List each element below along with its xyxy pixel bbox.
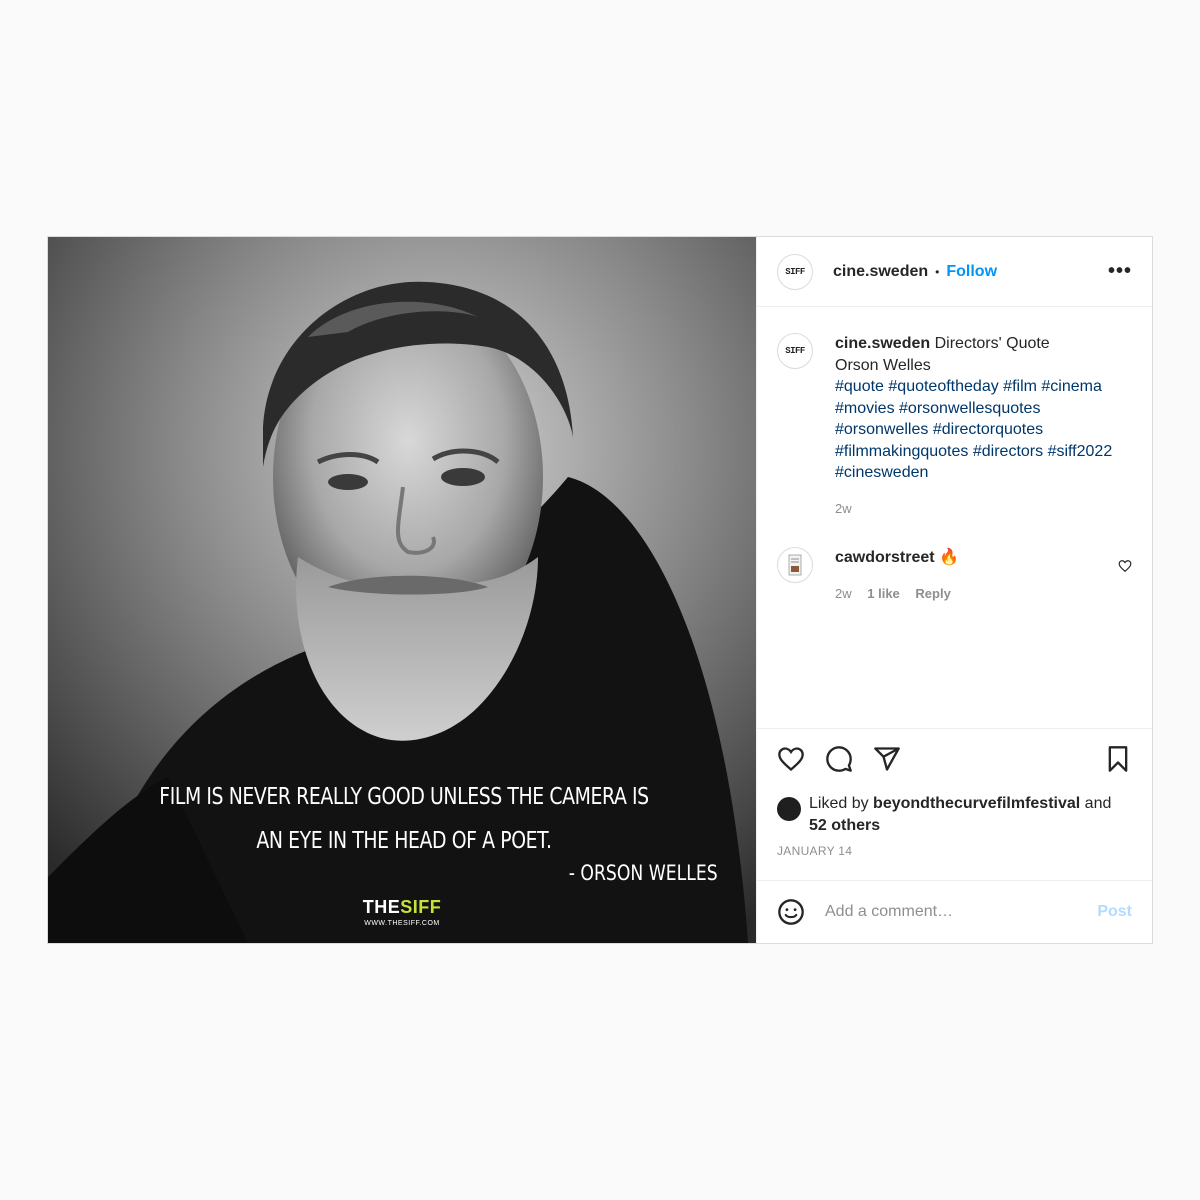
caption-body: cine.sweden Directors' Quote Orson Welle… (835, 333, 1132, 519)
caption-row: SIFF cine.sweden Directors' Quote Orson … (777, 333, 1132, 519)
post-card: FILM IS NEVER REALLY GOOD UNLESS THE CAM… (47, 236, 1153, 944)
hashtag[interactable]: #cinesweden (835, 464, 928, 481)
author-avatar[interactable]: SIFF (777, 253, 813, 290)
likes-summary: Liked by beyondthecurvefilmfestival and … (777, 793, 1132, 836)
author-username[interactable]: cine.sweden (833, 263, 928, 281)
hashtag[interactable]: #film (1003, 378, 1037, 395)
comment-body: cawdorstreet 🔥 2w 1 like Reply (835, 547, 1118, 604)
action-icons (777, 743, 1132, 775)
comment-box: Post (757, 880, 1152, 943)
caption-line2: Orson Welles (835, 356, 931, 374)
brand-name: THESIFF (48, 897, 756, 918)
bookmark-icon[interactable] (1104, 745, 1132, 773)
like-heart-icon[interactable] (777, 745, 805, 773)
hashtag[interactable]: #cinema (1041, 378, 1101, 395)
liked-by-prefix: Liked by (809, 795, 869, 812)
post-sidebar: SIFF cine.sweden • Follow ••• SIFF cine.… (756, 237, 1152, 943)
hashtag[interactable]: #filmmakingquotes (835, 443, 968, 460)
comment-like-heart-icon[interactable] (1118, 559, 1132, 573)
hashtag[interactable]: #orsonwelles (835, 421, 928, 438)
comment-input[interactable] (823, 902, 1098, 922)
quote-author: - ORSON WELLES (569, 861, 718, 885)
fire-emoji: 🔥 (939, 549, 959, 566)
hashtag[interactable]: #directorquotes (933, 421, 1043, 438)
post-image[interactable]: FILM IS NEVER REALLY GOOD UNLESS THE CAM… (48, 237, 756, 943)
share-send-icon[interactable] (873, 745, 901, 773)
post-comment-button[interactable]: Post (1097, 903, 1132, 921)
caption-avatar[interactable]: SIFF (777, 333, 813, 369)
caption-time[interactable]: 2w (835, 501, 852, 516)
hashtag[interactable]: #movies (835, 400, 895, 417)
comment-meta: 2w 1 like Reply (835, 583, 1118, 605)
liker-avatar[interactable] (777, 797, 801, 821)
brand-the: THE (362, 897, 401, 917)
hashtag[interactable]: #quote (835, 378, 884, 395)
post-actions: Liked by beyondthecurvefilmfestival and … (757, 728, 1152, 880)
hashtag[interactable]: #quoteoftheday (888, 378, 998, 395)
brand-url: WWW.THESIFF.COM (364, 920, 440, 927)
more-options-icon[interactable]: ••• (1108, 260, 1132, 283)
hashtag[interactable]: #siff2022 (1048, 443, 1113, 460)
separator-dot: • (935, 264, 940, 279)
caption-username[interactable]: cine.sweden (835, 335, 930, 352)
commenter-avatar[interactable] (777, 547, 813, 583)
caption-meta: 2w (835, 498, 1132, 520)
caption-line1: Directors' Quote (934, 335, 1050, 352)
comment-username[interactable]: cawdorstreet (835, 549, 935, 566)
brand-siff: SIFF (400, 897, 442, 917)
comment-time[interactable]: 2w (835, 586, 852, 601)
hashtag[interactable]: #orsonwellesquotes (899, 400, 1040, 417)
emoji-icon[interactable] (777, 898, 805, 926)
post-header: SIFF cine.sweden • Follow ••• (757, 237, 1152, 307)
likes-others[interactable]: 52 others (809, 817, 880, 834)
quote-text: FILM IS NEVER REALLY GOOD UNLESS THE CAM… (159, 784, 649, 854)
book-cover-icon (788, 554, 802, 576)
comments-section: SIFF cine.sweden Directors' Quote Orson … (757, 307, 1152, 728)
liked-by-user[interactable]: beyondthecurvefilmfestival (873, 795, 1080, 812)
brand-logo: THESIFF WWW.THESIFF.COM (48, 897, 756, 927)
follow-button[interactable]: Follow (946, 263, 997, 281)
liked-by-and: and (1084, 795, 1112, 812)
comment-row: cawdorstreet 🔥 2w 1 like Reply (777, 547, 1132, 604)
likes-text: Liked by beyondthecurvefilmfestival and … (809, 793, 1111, 836)
hashtag[interactable]: #directors (973, 443, 1043, 460)
comment-likes[interactable]: 1 like (867, 586, 900, 601)
comment-bubble-icon[interactable] (825, 745, 853, 773)
reply-button[interactable]: Reply (915, 586, 950, 601)
post-date[interactable]: JANUARY 14 (777, 844, 1132, 858)
